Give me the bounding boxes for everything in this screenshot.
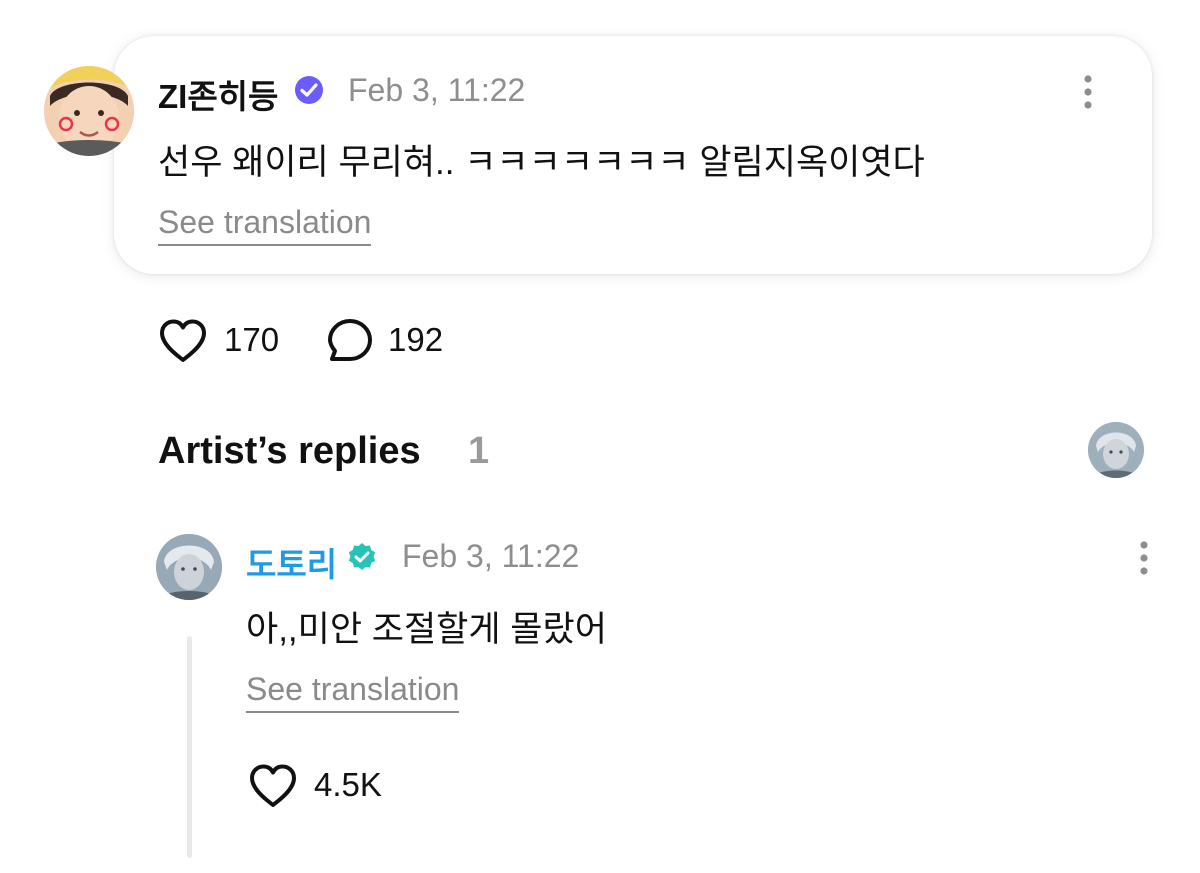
- post-timestamp: Feb 3, 11:22: [348, 72, 526, 108]
- reply-like-count: 4.5K: [314, 766, 382, 803]
- thread-line: [187, 636, 192, 858]
- verified-badge-icon: [346, 541, 378, 573]
- comment-bubble-icon[interactable]: [326, 317, 374, 365]
- artist-replies-title: Artist’s replies: [158, 430, 421, 472]
- more-vertical-icon[interactable]: [1076, 74, 1100, 110]
- more-vertical-icon[interactable]: [1132, 540, 1156, 576]
- post-username[interactable]: ZI존히등: [158, 70, 278, 118]
- like-count: 170: [224, 321, 280, 358]
- post-text: 선우 왜이리 무리혀.. ㅋㅋㅋㅋㅋㅋㅋ 알림지옥이엿다: [158, 143, 925, 182]
- verified-badge-icon: [293, 74, 325, 106]
- see-translation-link[interactable]: See translation: [158, 204, 372, 246]
- comment-count: 192: [388, 321, 444, 358]
- artist-replies-count: 1: [468, 430, 490, 472]
- reply-timestamp: Feb 3, 11:22: [402, 538, 580, 574]
- heart-icon[interactable]: [248, 763, 298, 809]
- artist-avatar[interactable]: [1088, 422, 1144, 478]
- heart-icon[interactable]: [158, 318, 208, 364]
- see-translation-link[interactable]: See translation: [246, 671, 460, 713]
- reply-username[interactable]: 도토리: [246, 538, 337, 586]
- reply-text: 아,,미안 조절할게 몰랐어: [246, 610, 607, 649]
- post-author-avatar[interactable]: [44, 66, 134, 156]
- reply-author-avatar[interactable]: [156, 534, 222, 600]
